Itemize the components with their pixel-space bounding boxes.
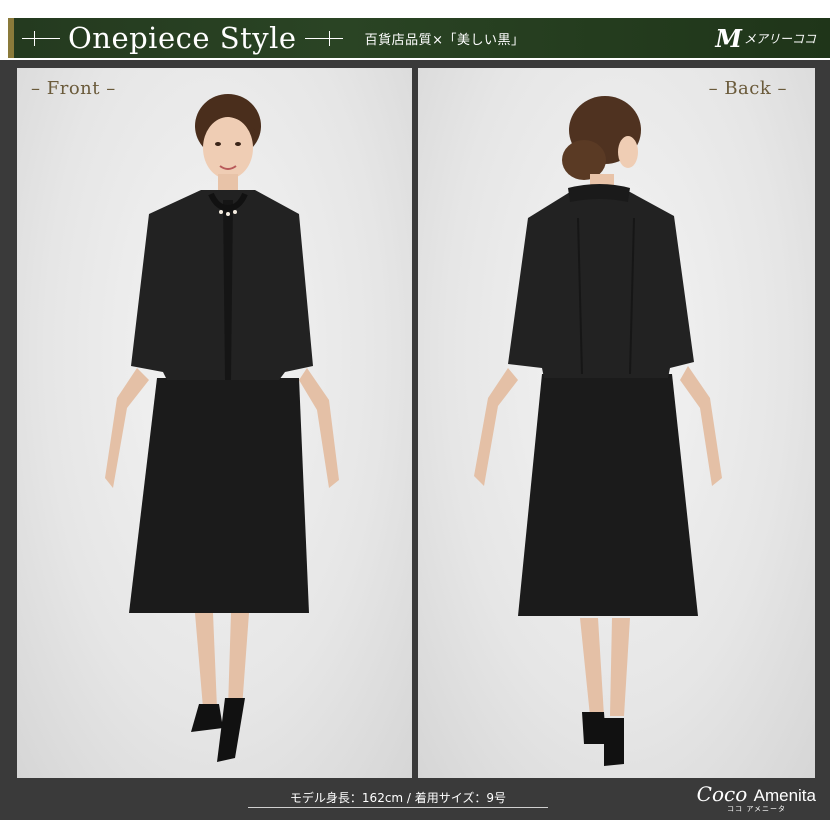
- photo-stage: – Front – – Back – モデル身長：162cm / 着用サイズ：9…: [0, 60, 830, 820]
- front-model-image: [105, 94, 339, 762]
- ornament-left-icon: [22, 30, 60, 46]
- front-photo-panel: – Front –: [17, 68, 412, 778]
- back-model-image: [474, 96, 722, 766]
- brand-mark: M: [715, 23, 742, 53]
- ornament-right-icon: [304, 30, 343, 46]
- logo-kana-amenita: アメニータ: [746, 805, 786, 813]
- page-title: Onepiece Style: [68, 21, 297, 55]
- logo-word-coco: Coco: [696, 782, 748, 806]
- page-subtitle: 百貨店品質×「美しい黒」: [364, 32, 525, 48]
- back-label: – Back –: [708, 78, 787, 99]
- logo-kana-coco: ココ: [727, 805, 744, 813]
- brand-logo: M メアリーココ: [715, 18, 816, 58]
- back-photo-panel: – Back –: [418, 68, 815, 778]
- coco-amenita-logo: Coco Amenita ココ アメニータ: [697, 782, 816, 814]
- header-title-group: Onepiece Style 百貨店品質×「美しい黒」: [22, 18, 524, 58]
- logo-word-amenita: Amenita: [753, 786, 816, 805]
- model-info-caption: モデル身長：162cm / 着用サイズ：9号: [248, 788, 548, 808]
- brand-name: メアリーココ: [743, 31, 816, 46]
- front-label: – Front –: [31, 78, 116, 99]
- header-banner: Onepiece Style 百貨店品質×「美しい黒」 M メアリーココ: [0, 0, 830, 60]
